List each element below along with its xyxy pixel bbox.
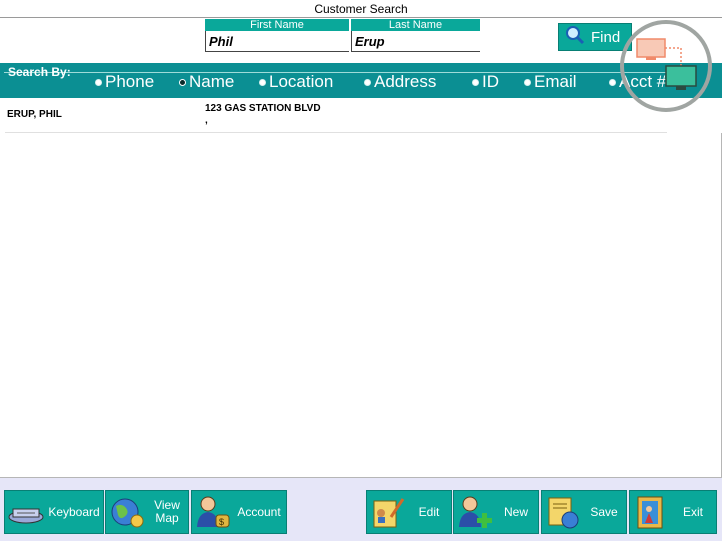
radio-label: Phone xyxy=(105,72,155,91)
radio-icon xyxy=(259,78,266,86)
search-by-location[interactable]: Location xyxy=(259,72,333,92)
search-by-email[interactable]: Email xyxy=(524,72,577,92)
radio-label: Name xyxy=(189,72,235,91)
keyboard-icon xyxy=(7,493,45,531)
result-address: 123 GAS STATION BLVD , xyxy=(205,103,321,127)
radio-label: Address xyxy=(374,72,437,91)
radio-icon xyxy=(95,78,102,86)
view-map-label-line1: View xyxy=(154,498,180,512)
account-button[interactable]: $ Account xyxy=(191,490,287,534)
save-label: Save xyxy=(590,504,618,519)
radio-label: Location xyxy=(269,72,334,91)
bottom-toolbar: Keyboard View Map $ Account Edit New Sav… xyxy=(0,478,722,541)
last-name-input[interactable] xyxy=(351,31,480,52)
result-address-line2: , xyxy=(205,115,208,126)
find-button[interactable]: Find xyxy=(558,23,632,51)
edit-icon xyxy=(369,493,407,531)
result-row[interactable]: ERUP, PHIL 123 GAS STATION BLVD , xyxy=(5,99,667,133)
radio-icon xyxy=(472,78,479,86)
edit-label: Edit xyxy=(418,504,440,519)
find-label: Find xyxy=(591,28,621,46)
search-by-phone[interactable]: Phone xyxy=(95,72,154,92)
new-customer-icon xyxy=(456,493,494,531)
view-map-label-line2: Map xyxy=(155,511,179,525)
save-button[interactable]: Save xyxy=(541,490,627,534)
window-title: Customer Search xyxy=(314,2,408,16)
radio-icon xyxy=(609,78,616,86)
magnifier-icon xyxy=(565,25,585,49)
keyboard-button[interactable]: Keyboard xyxy=(4,490,104,534)
search-by-bar: Search By: Phone Name Location Address I… xyxy=(0,63,722,98)
svg-text:$: $ xyxy=(219,517,224,527)
new-label: New xyxy=(503,504,528,519)
new-button[interactable]: New xyxy=(453,490,539,534)
exit-label: Exit xyxy=(682,504,703,519)
result-address-line1: 123 GAS STATION BLVD xyxy=(205,103,321,114)
radio-icon xyxy=(364,78,371,86)
keyboard-label: Keyboard xyxy=(48,504,100,519)
title-bar: Customer Search xyxy=(0,0,722,18)
account-label: Account xyxy=(237,504,281,519)
exit-button[interactable]: Exit xyxy=(629,490,717,534)
search-by-name[interactable]: Name xyxy=(179,72,234,92)
search-by-label: Search By: xyxy=(8,65,71,79)
first-name-group: First Name xyxy=(205,19,349,52)
last-name-label: Last Name xyxy=(351,19,480,31)
radio-icon xyxy=(524,78,531,86)
first-name-input[interactable] xyxy=(205,31,349,52)
account-icon: $ xyxy=(194,493,232,531)
view-map-label: View Map xyxy=(146,499,188,525)
save-icon xyxy=(544,493,582,531)
search-by-address[interactable]: Address xyxy=(364,72,436,92)
exit-door-icon xyxy=(632,493,670,531)
view-map-button[interactable]: View Map xyxy=(105,490,189,534)
edit-button[interactable]: Edit xyxy=(366,490,452,534)
last-name-group: Last Name xyxy=(351,19,480,52)
radio-selected-icon xyxy=(179,78,186,86)
globe-map-icon xyxy=(108,493,146,531)
search-by-id[interactable]: ID xyxy=(472,72,499,92)
result-customer-name: ERUP, PHIL xyxy=(7,109,62,120)
radio-label: Email xyxy=(534,72,577,91)
radio-label: ID xyxy=(482,72,499,91)
results-panel xyxy=(0,133,722,478)
first-name-label: First Name xyxy=(205,19,349,31)
